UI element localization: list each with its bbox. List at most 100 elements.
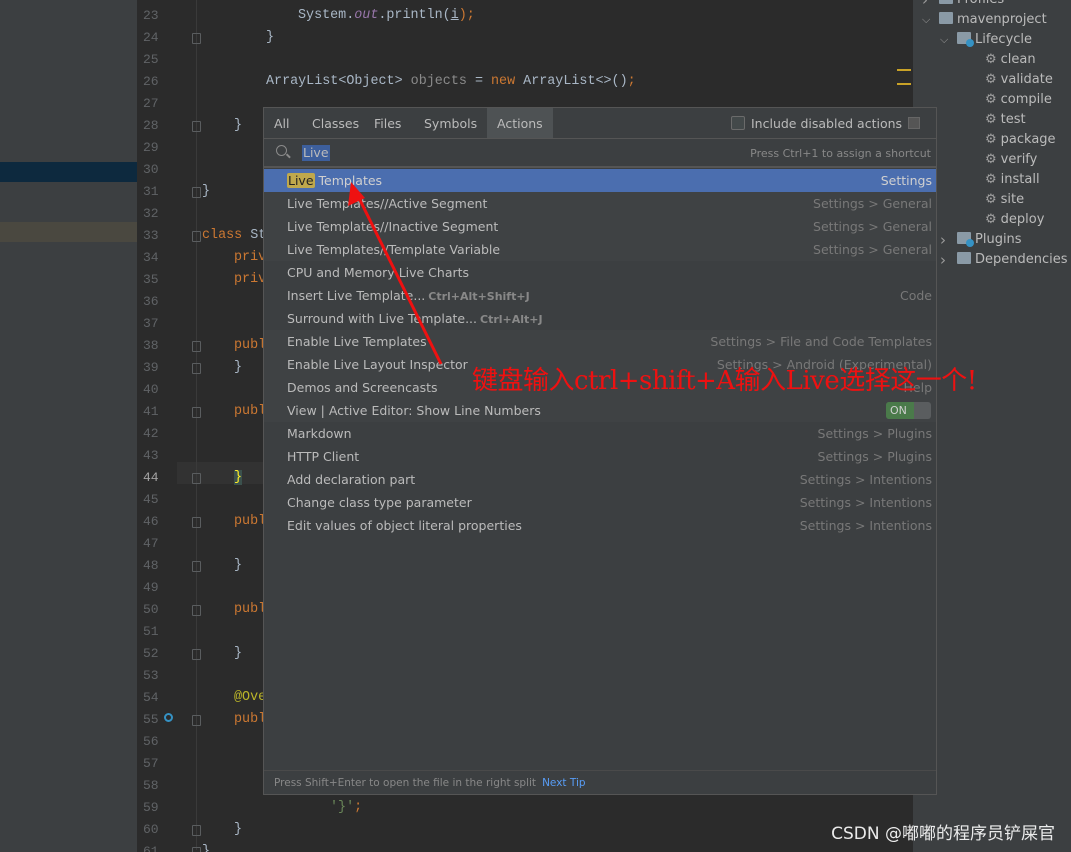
code-token: } xyxy=(234,558,243,573)
fold-marker-icon[interactable] xyxy=(192,341,201,352)
maven-tree-item[interactable]: ⚙ clean xyxy=(985,50,1036,70)
result-item[interactable]: Live Templates//Active Segment Settings >… xyxy=(264,192,936,215)
maven-tree-item[interactable]: › Plugins xyxy=(940,230,1022,250)
tab-all[interactable]: All xyxy=(264,108,302,138)
maven-tree-item[interactable]: ⚙ deploy xyxy=(985,210,1044,230)
result-item[interactable]: Markdown Settings > Plugins xyxy=(264,422,936,445)
fold-marker-icon[interactable] xyxy=(192,407,201,418)
maven-tree-item[interactable]: ⚙ verify xyxy=(985,150,1037,170)
code-token: publ xyxy=(234,712,267,727)
code-token: } xyxy=(266,30,275,45)
project-tree-selected-row[interactable] xyxy=(0,162,137,182)
result-item[interactable]: Live Templates Settings xyxy=(264,169,936,192)
code-token: out xyxy=(354,8,379,23)
show-line-numbers-toggle[interactable]: ON xyxy=(886,402,931,419)
fold-marker-icon[interactable] xyxy=(192,561,201,572)
fold-marker-icon[interactable] xyxy=(192,187,201,198)
maven-item-label: validate xyxy=(1000,72,1053,87)
line-number: 52 xyxy=(143,646,159,661)
maven-tree-item[interactable]: ⚙ install xyxy=(985,170,1040,190)
result-location: Settings > General xyxy=(813,196,932,211)
result-location: Code xyxy=(899,288,932,303)
code-token: publ xyxy=(234,602,267,617)
override-gutter-icon[interactable] xyxy=(164,713,173,722)
result-item[interactable]: Insert Live Template... Ctrl+Alt+Shift+J C… xyxy=(264,284,936,307)
line-number: 37 xyxy=(143,316,159,331)
chevron-right-icon[interactable]: › xyxy=(940,250,946,270)
tab-symbols[interactable]: Symbols xyxy=(414,108,487,138)
project-panel xyxy=(0,0,137,852)
chevron-right-icon[interactable]: › xyxy=(922,0,928,10)
line-number: 43 xyxy=(143,448,159,463)
fold-marker-icon[interactable] xyxy=(192,231,201,242)
result-label: Live Templates//Active Segment xyxy=(287,196,488,211)
result-label: Enable Live Templates xyxy=(287,334,427,349)
maven-tree-item[interactable]: ⌵ Lifecycle xyxy=(940,30,1032,50)
chevron-down-icon[interactable]: ⌵ xyxy=(922,10,930,30)
line-number: 49 xyxy=(143,580,159,595)
fold-marker-icon[interactable] xyxy=(192,517,201,528)
result-item[interactable]: Add declaration part Settings > Intention… xyxy=(264,468,936,491)
maven-module-icon xyxy=(939,12,953,24)
search-field[interactable]: Live Press Ctrl+1 to assign a shortcut xyxy=(264,139,936,168)
maven-tree-item[interactable]: ⚙ site xyxy=(985,190,1024,210)
search-input[interactable]: Live xyxy=(302,145,330,161)
maven-tree-item[interactable]: ⚙ compile xyxy=(985,90,1052,110)
fold-marker-icon[interactable] xyxy=(192,715,201,726)
maven-tree-item[interactable]: › Dependencies xyxy=(940,250,1068,270)
editor-marker[interactable] xyxy=(897,69,911,71)
fold-marker-icon[interactable] xyxy=(192,473,201,484)
result-label: Add declaration part xyxy=(287,472,416,487)
result-label: Demos and Screencasts xyxy=(287,380,438,395)
search-everywhere-popup: All Classes Files Symbols Actions Include di… xyxy=(263,107,937,795)
code-line: } xyxy=(234,357,242,379)
popup-footer: Press Shift+Enter to open the file in th… xyxy=(264,770,936,794)
result-label: CPU and Memory Live Charts xyxy=(287,265,470,280)
maven-tree-item[interactable]: › Profiles xyxy=(922,0,1004,10)
code-line: publ xyxy=(234,401,266,423)
code-token: publ xyxy=(234,404,267,419)
line-number: 53 xyxy=(143,668,159,683)
shortcut-hint: Press Ctrl+1 to assign a shortcut xyxy=(750,147,931,160)
fold-marker-icon[interactable] xyxy=(192,121,201,132)
code-line: System.out.println(i); xyxy=(298,5,475,27)
maven-tree-item[interactable]: ⚙ package xyxy=(985,130,1056,150)
result-location: Settings > File and Code Templates xyxy=(710,334,932,349)
code-token: '}' xyxy=(330,800,355,815)
project-tree-highlighted-row[interactable] xyxy=(0,222,137,242)
include-disabled-label[interactable]: Include disabled actions xyxy=(751,108,902,139)
result-item[interactable]: Surround with Live Template... Ctrl+Alt+J xyxy=(264,307,936,330)
result-item[interactable]: HTTP Client Settings > Plugins xyxy=(264,445,936,468)
fold-marker-icon[interactable] xyxy=(192,825,201,836)
fold-marker-icon[interactable] xyxy=(192,649,201,660)
chevron-down-icon[interactable]: ⌵ xyxy=(940,30,948,50)
maven-tree-item[interactable]: ⚙ validate xyxy=(985,70,1053,90)
result-item[interactable]: Live Templates//Template Variable Setting… xyxy=(264,238,936,261)
result-item[interactable]: Enable Live Templates Settings > File and… xyxy=(264,330,936,353)
line-number: 46 xyxy=(143,514,159,529)
maven-tree-item[interactable]: ⚙ test xyxy=(985,110,1026,130)
code-token: @Ove xyxy=(234,690,267,705)
line-number: 30 xyxy=(143,162,159,177)
fold-marker-icon[interactable] xyxy=(192,847,201,852)
result-item[interactable]: Change class type parameter Settings > In… xyxy=(264,491,936,514)
chevron-right-icon[interactable]: › xyxy=(940,230,946,250)
fold-marker-icon[interactable] xyxy=(192,363,201,374)
result-location: Settings > Plugins xyxy=(817,449,932,464)
include-disabled-checkbox[interactable] xyxy=(731,116,745,130)
next-tip-link[interactable]: Next Tip xyxy=(542,777,585,789)
code-line: } xyxy=(234,467,243,489)
result-item[interactable]: Edit values of object literal properties… xyxy=(264,514,936,537)
result-item[interactable]: Live Templates//Inactive Segment Settings… xyxy=(264,215,936,238)
tab-classes[interactable]: Classes xyxy=(302,108,364,138)
fold-marker-icon[interactable] xyxy=(192,605,201,616)
pin-window-icon[interactable] xyxy=(908,117,920,129)
tab-files[interactable]: Files xyxy=(364,108,414,138)
fold-marker-icon[interactable] xyxy=(192,33,201,44)
result-item[interactable]: CPU and Memory Live Charts xyxy=(264,261,936,284)
editor-marker[interactable] xyxy=(897,83,911,85)
code-token: ArrayList<>() xyxy=(515,74,628,89)
maven-tree-item[interactable]: ⌵ mavenproject xyxy=(922,10,1047,30)
tab-actions[interactable]: Actions xyxy=(487,108,553,138)
result-item[interactable]: View | Active Editor: Show Line Numbers O… xyxy=(264,399,936,422)
